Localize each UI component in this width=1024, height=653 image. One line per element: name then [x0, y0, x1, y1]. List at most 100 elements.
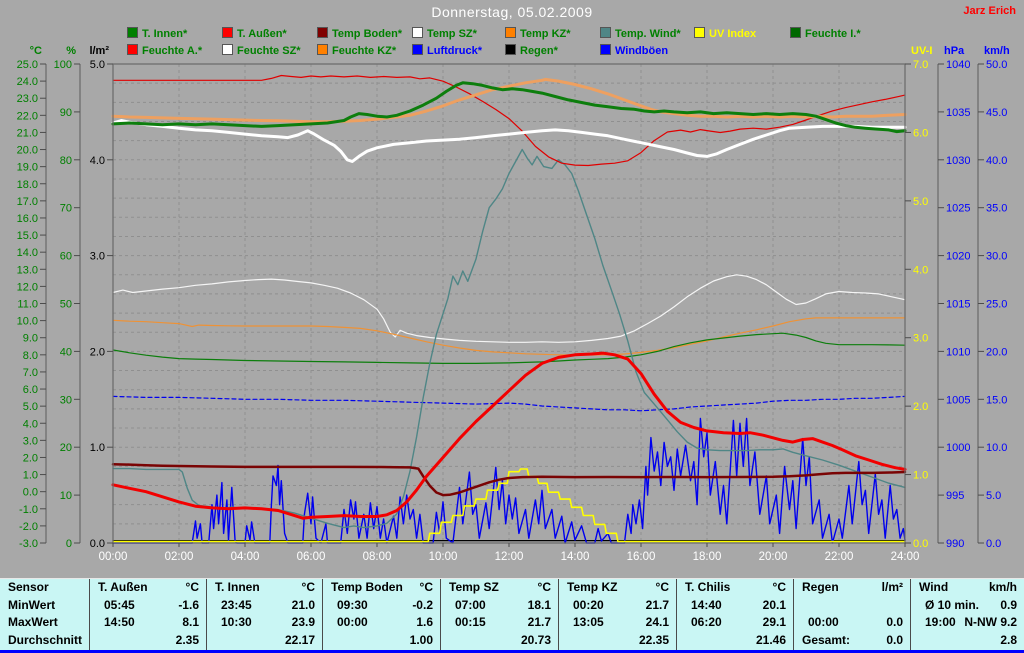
x-axis-label: 22:00: [825, 551, 854, 563]
legend-swatch-icon: [317, 27, 328, 38]
table-unit: °C: [186, 579, 199, 596]
legend-swatch-icon: [127, 27, 138, 38]
x-axis-label: 18:00: [693, 551, 722, 563]
table-row: Durchschnitt: [0, 632, 89, 649]
axis-tick-label: 7.0: [913, 59, 928, 71]
axis-tick-label: 1040: [946, 59, 970, 71]
table-unit: °C: [302, 579, 315, 596]
table-row: 13:0524.1: [559, 614, 677, 631]
table-unit: l/m²: [882, 579, 903, 596]
table-unit: km/h: [989, 579, 1017, 596]
table-row: T. Chilis°C: [677, 579, 794, 596]
legend-label: Luftdruck*: [427, 45, 482, 57]
legend-label: Temp. Wind*: [615, 28, 681, 40]
axis-tick-label: 0.0: [913, 538, 928, 550]
legend-item: UV Index: [694, 27, 756, 40]
table-group-temp-kz: Temp KZ°C00:2021.713:0524.122.35: [558, 579, 677, 651]
table-row: 00:000.0: [794, 614, 911, 631]
table-max-value: 23.9: [292, 614, 315, 631]
axis-tick-label: 0.0: [986, 538, 1001, 550]
table-min-value: 21.0: [292, 597, 315, 614]
axis-tick-label: 20: [60, 442, 72, 454]
axis-tick-label: 0.0: [90, 538, 105, 550]
table-row-label: MinWert: [8, 597, 55, 614]
table-row: 23:4521.0: [207, 597, 323, 614]
legend-item: Temp Boden*: [317, 27, 402, 40]
table-max-time: 14:50: [104, 614, 135, 631]
axis-tick-label: 8.0: [23, 350, 38, 362]
table-row: [794, 597, 911, 614]
table-row: Temp SZ°C: [441, 579, 559, 596]
axis-tick-label: 3.0: [90, 251, 105, 263]
legend-item: Temp SZ*: [412, 27, 477, 40]
table-row-label: Durchschnitt: [8, 632, 82, 649]
x-axis-label: 20:00: [759, 551, 788, 563]
axis-tick-label: 1.0: [23, 470, 38, 482]
axis-tick-label: 5.0: [986, 490, 1001, 502]
table-avg-value: 1.00: [410, 632, 433, 649]
axis-tick-label: 23.0: [17, 93, 38, 105]
axis-tick-label: 15.0: [17, 230, 38, 242]
axis-tick-label: 25.0: [986, 299, 1007, 311]
axis-tick-label: 3.0: [913, 333, 928, 345]
axis-tick-label: 2.0: [90, 346, 105, 358]
axis-tick-label: 60: [60, 251, 72, 263]
axis-tick-label: 50: [60, 299, 72, 311]
table-unit: °C: [656, 579, 669, 596]
axis-tick-label: 9.0: [23, 333, 38, 345]
table-row: 07:0018.1: [441, 597, 559, 614]
table-row: 00:2021.7: [559, 597, 677, 614]
x-axis-label: 08:00: [363, 551, 392, 563]
axis-tick-label: 18.0: [17, 179, 38, 191]
table-min-value: -1.6: [178, 597, 199, 614]
x-axis-label: 00:00: [99, 551, 128, 563]
legend-swatch-icon: [694, 27, 705, 38]
axis-tick-label: 5.0: [23, 401, 38, 413]
legend-item: Windböen: [600, 44, 668, 57]
x-axis-label: 16:00: [627, 551, 656, 563]
legend-label: Temp KZ*: [520, 28, 571, 40]
table-max-time: 19:00: [925, 614, 956, 631]
table-unit: °C: [538, 579, 551, 596]
axis-tick-label: 4.0: [23, 418, 38, 430]
axis-tick-label: 80: [60, 155, 72, 167]
x-axis-label: 24:00: [891, 551, 920, 563]
axis-tick-label: 15.0: [986, 394, 1007, 406]
table-group-temp-boden: Temp Boden°C09:30-0.200:001.61.00: [322, 579, 441, 651]
table-avg-value: 2.35: [176, 632, 199, 649]
axis-tick-label: 7.0: [23, 367, 38, 379]
table-row: T. Innen°C: [207, 579, 323, 596]
legend-swatch-icon: [222, 27, 233, 38]
legend-swatch-icon: [505, 44, 516, 55]
legend-swatch-icon: [317, 44, 328, 55]
table-row: T. Außen°C: [90, 579, 207, 596]
axis-tick-label: 2.0: [23, 452, 38, 464]
table-row: 1.00: [323, 632, 441, 649]
legend-swatch-icon: [222, 44, 233, 55]
axis-tick-label: 40.0: [986, 155, 1007, 167]
axis-tick-label: 1020: [946, 251, 970, 263]
axis-tick-label: 45.0: [986, 107, 1007, 119]
legend-swatch-icon: [412, 27, 423, 38]
legend-label: Feuchte KZ*: [332, 45, 396, 57]
axis-tick-label: 1010: [946, 346, 970, 358]
table-min-time: 05:45: [104, 597, 135, 614]
axis-tick-label: 21.0: [17, 127, 38, 139]
axis-tick-label: 1.0: [90, 442, 105, 454]
table-row: Windkm/h: [911, 579, 1024, 596]
x-axis-label: 02:00: [165, 551, 194, 563]
axis-tick-label: 0.0: [23, 487, 38, 499]
table-row: Gesamt:0.0: [794, 632, 911, 649]
table-max-value: N-NW 9.2: [964, 614, 1017, 631]
legend: T. Innen*T. Außen*Temp Boden*Temp SZ*Tem…: [0, 0, 1024, 60]
axis-tick-label: -3.0: [19, 538, 38, 550]
axis-tick-label: 1030: [946, 155, 970, 167]
table-min-value: 0.9: [1000, 597, 1017, 614]
axis-tick-label: 17.0: [17, 196, 38, 208]
legend-swatch-icon: [790, 27, 801, 38]
chart-canvas: °C25.024.023.022.021.020.019.018.017.016…: [0, 0, 1024, 578]
table-row: 22.17: [207, 632, 323, 649]
legend-item: Feuchte SZ*: [222, 44, 301, 57]
legend-item: T. Außen*: [222, 27, 287, 40]
axis-tick-label: 1.0: [913, 470, 928, 482]
